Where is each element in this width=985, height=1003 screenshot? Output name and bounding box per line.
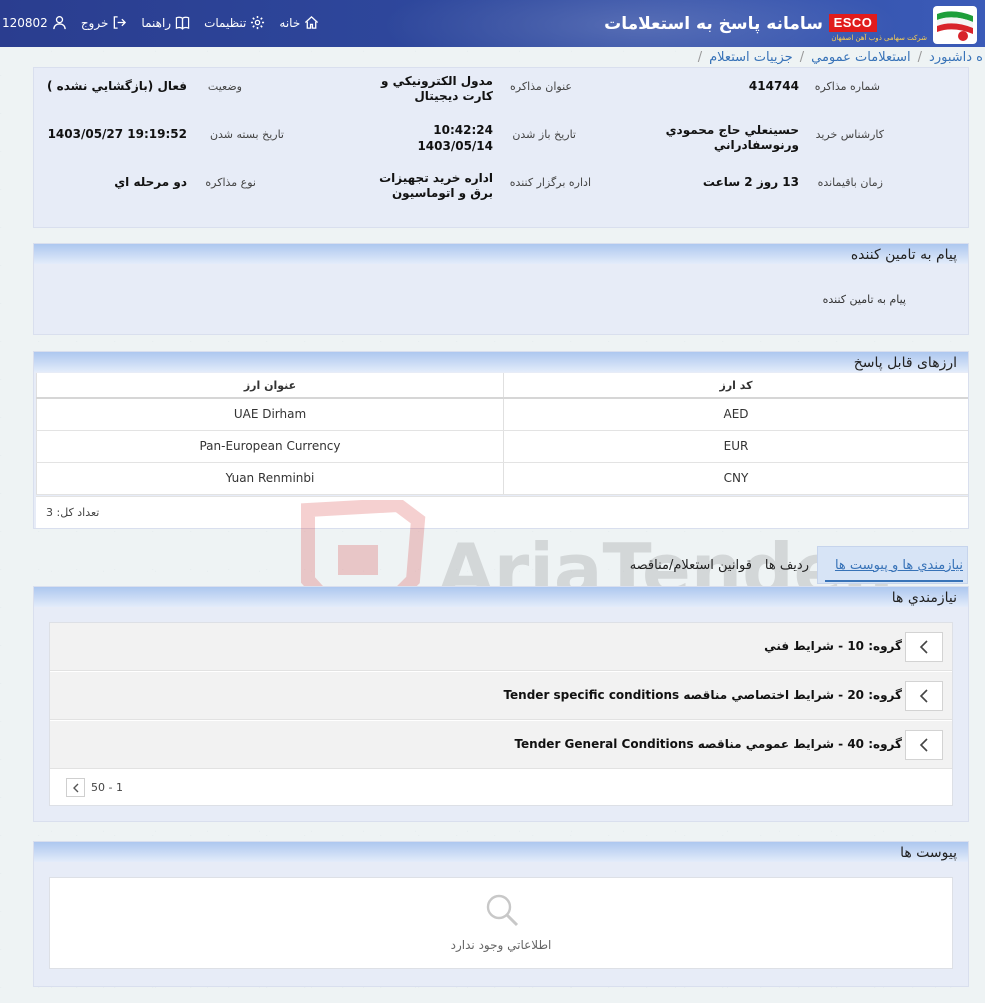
chevron-left-icon [72,783,78,792]
currencies-title: ارزهای قابل پاسخ [853,355,957,371]
chevron-left-icon [919,738,928,752]
open-date-value: 1403/05/14 [417,139,493,153]
pager-range: 1 - 50 [91,781,123,794]
remaining-time-value: 13 روز 2 ساعت [702,175,799,189]
tab-rows[interactable]: رديف ها [765,558,809,573]
breadcrumb: ه داشبورد / استعلامات عمومي / جزييات است… [691,47,985,67]
logo-subtitle: شرکت سهامی ذوب آهن اصفهان [831,34,927,42]
column-currency-code[interactable]: کد ارز [503,373,968,399]
column-currency-name[interactable]: عنوان ارز [36,373,504,399]
user-icon [53,16,66,30]
esco-logo: ESCO [829,14,877,32]
top-nav-links: 120802 خروج راهنما تنظيمات خانه [2,15,319,30]
organizer-label: اداره برگزار کننده [509,176,591,189]
tab-requirements-attachments[interactable]: نيازمندي ها و پيوست ها [835,558,963,573]
home-label: خانه [279,15,301,30]
tab-rules[interactable]: قوانين استعلام/مناقصه [630,558,752,573]
attachments-title: پيوست ها [900,845,957,861]
panel-header [34,842,968,862]
currency-code: CNY [503,462,968,495]
table-row[interactable]: UAE Dirham AED [36,398,968,431]
list-item[interactable]: گروه: 10 - شرايط فني [50,623,952,671]
requirement-group-label: گروه: 20 - شرايط اختصاصي مناقصه Tender s… [503,688,902,702]
pager: 1 - 50 [66,778,123,797]
inquiry-type-label: نوع مذاکره [205,176,256,189]
breadcrumb-inquiry-details[interactable]: جزييات استعلام [709,50,793,65]
inquiry-number-label: شماره مذاکره [814,80,880,93]
requirements-title: نيازمندي ها [891,590,957,606]
supplier-message-body: پيام به تامين كننده [822,293,906,306]
logout-label: خروج [80,15,109,30]
open-time-value: 10:42:24 [433,123,493,137]
currency-code: AED [503,398,968,431]
panel-header [34,587,968,607]
status-label: وضعيت [207,80,242,93]
expand-button[interactable] [905,632,943,662]
expand-button[interactable] [905,730,943,760]
breadcrumb-separator: / [697,49,703,65]
currency-name: UAE Dirham [36,398,504,431]
breadcrumb-public-inquiries[interactable]: استعلامات عمومي [811,50,911,65]
chevron-left-icon [919,689,928,703]
breadcrumb-dashboard[interactable]: ه داشبورد [929,50,983,65]
close-date-label: تاريخ بسته شدن [209,128,284,141]
inquiry-title-label: عنوان مذاکره [510,80,572,93]
company-flag-icon [933,6,977,44]
expert-value: حسينعلي حاج محمودي ورنوسفادراني [665,123,799,152]
table-row[interactable]: Pan-European Currency EUR [36,430,968,463]
currency-name: Pan-European Currency [36,430,504,463]
currency-code: EUR [503,430,968,463]
panel-header [34,244,968,264]
chevron-left-icon [919,640,928,654]
requirement-group-label: گروه: 40 - شرايط عمومي مناقصه Tender Gen… [514,737,902,751]
breadcrumb-separator: / [799,49,805,65]
table-footer: تعداد کل: 3 [36,496,968,528]
expand-button[interactable] [905,681,943,711]
requirement-group-label: گروه: 10 - شرايط فني [764,639,902,653]
table-row[interactable]: Yuan Renminbi CNY [36,462,968,495]
tab-underline [825,580,963,582]
empty-message: اطلاعاتي وجود ندارد [450,938,552,952]
logout-link[interactable]: خروج [81,15,128,30]
inquiry-number-value: 414744 [748,79,799,93]
pager-next-button[interactable] [66,778,85,797]
inquiry-type-value: دو مرحله اي [114,175,187,189]
search-icon [486,894,519,927]
breadcrumb-separator: / [917,49,923,65]
home-link[interactable]: خانه [279,15,319,30]
currency-name: Yuan Renminbi [36,462,504,495]
requirements-list: گروه: 10 - شرايط فني گروه: 20 - شرايط اخ… [49,622,953,806]
close-date-value: 1403/05/27 19:19:52 [47,127,187,141]
inquiry-title-value: مدول الكترونيكي و كارت ديجيتال [381,74,493,103]
help-label: راهنما [141,15,172,30]
top-bar: 120802 خروج راهنما تنظيمات خانه سامانه پ… [0,0,985,47]
open-date-label: تاريخ باز شدن [512,128,576,141]
remaining-time-label: زمان باقيمانده [817,176,883,189]
user-account[interactable]: 120802 [2,15,67,30]
logout-icon [114,16,127,29]
help-link[interactable]: راهنما [141,15,190,30]
currencies-table: عنوان ارز کد ارز UAE Dirham AED Pan-Euro… [36,373,968,495]
list-item[interactable]: گروه: 40 - شرايط عمومي مناقصه Tender Gen… [50,721,952,769]
total-count: تعداد کل: 3 [46,506,100,519]
settings-label: تنظيمات [204,15,247,30]
attachments-empty-state: اطلاعاتي وجود ندارد [49,877,953,969]
supplier-message-title: پيام به تامين كننده [850,247,957,263]
supplier-message-panel [33,243,969,335]
list-item[interactable]: گروه: 20 - شرايط اختصاصي مناقصه Tender s… [50,672,952,720]
settings-link[interactable]: تنظيمات [204,15,265,30]
book-icon [175,16,190,30]
home-icon [305,15,319,29]
panel-header [34,352,968,372]
user-id: 120802 [2,15,48,30]
status-value: فعال (بازگشايي نشده ) [46,79,187,93]
organizer-value: اداره خريد تجهيزات برق و اتوماسيون [379,171,493,200]
site-title: سامانه پاسخ به استعلامات [604,14,823,34]
expert-label: کارشناس خريد [815,128,884,141]
gear-icon [251,15,265,30]
